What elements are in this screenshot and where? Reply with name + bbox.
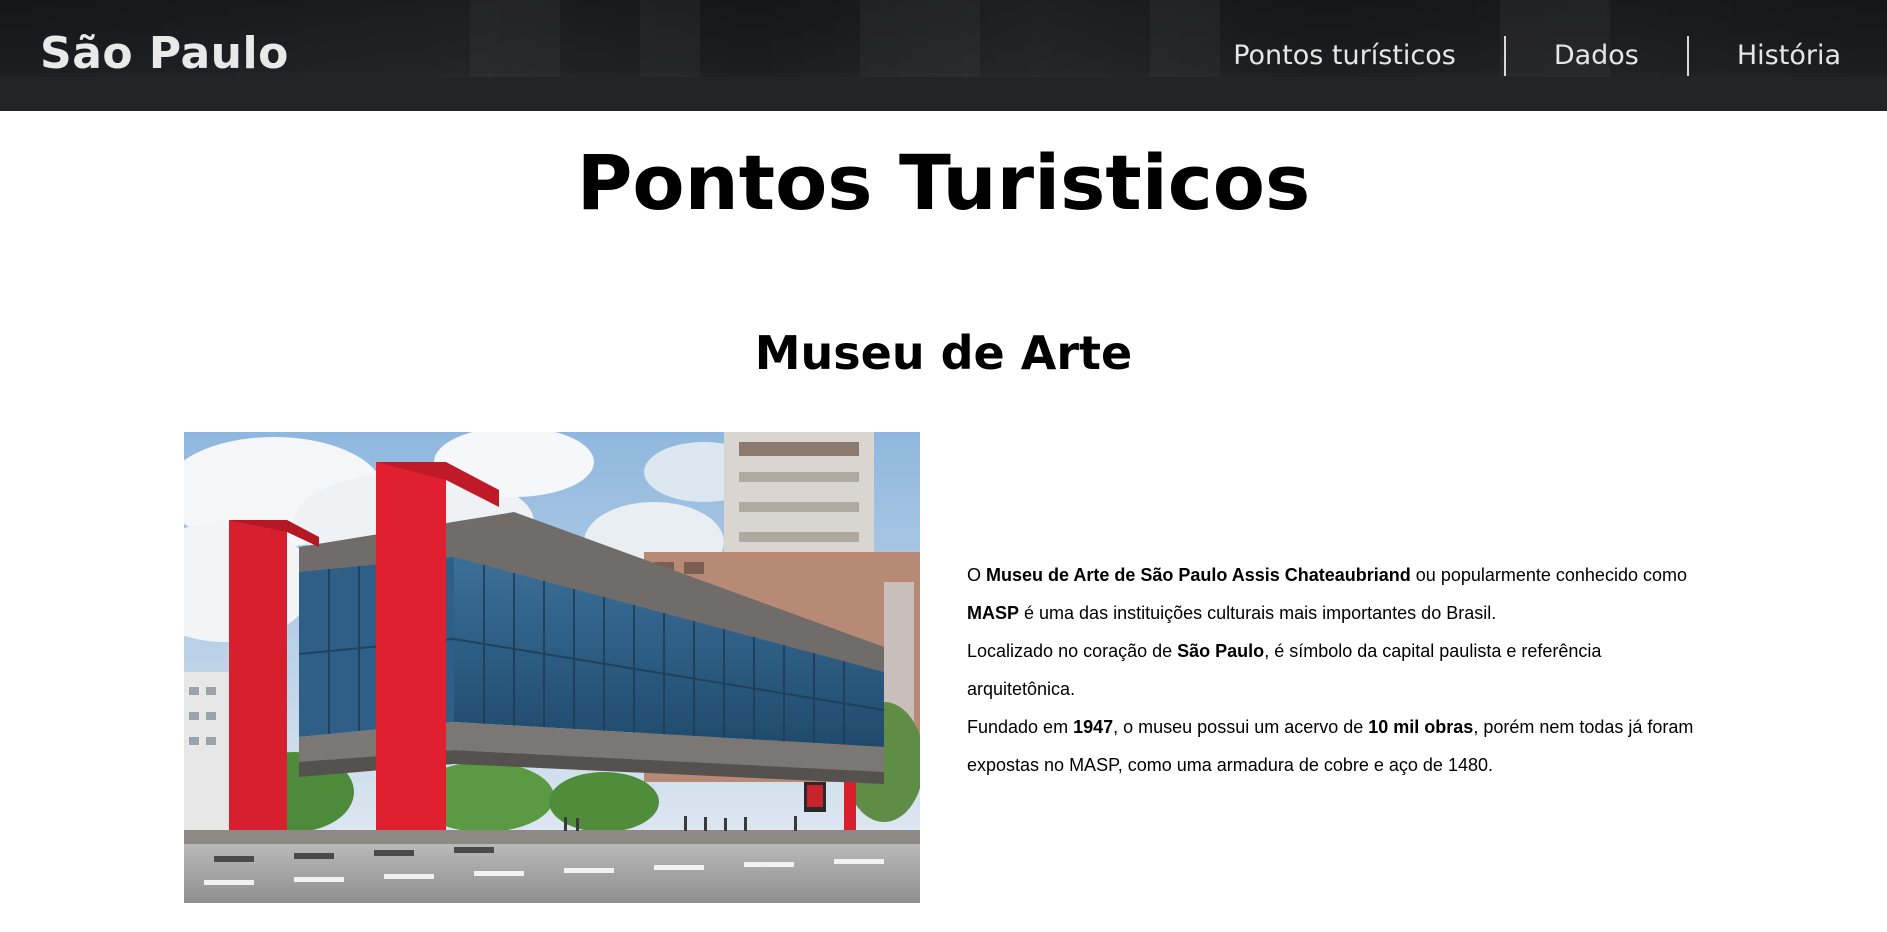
museum-description: O Museu de Arte de São Paulo Assis Chate… [967, 556, 1707, 784]
header-lower-band [0, 77, 1887, 111]
nav-link-historia[interactable]: História [1689, 36, 1847, 76]
top-navbar: São Paulo Pontos turísticos Dados Histór… [0, 0, 1887, 111]
description-paragraph: O Museu de Arte de São Paulo Assis Chate… [967, 565, 1687, 623]
nav-link-pontos-turisticos[interactable]: Pontos turísticos [1185, 36, 1504, 76]
section-title: Museu de Arte [754, 326, 1133, 380]
museum-photo [184, 432, 920, 903]
brand-logo-text[interactable]: São Paulo [40, 28, 289, 79]
page-title: Pontos Turisticos [576, 138, 1311, 227]
description-paragraph: Fundado em 1947, o museu possui um acerv… [967, 717, 1694, 775]
main-nav: Pontos turísticos Dados História [1185, 36, 1847, 76]
description-paragraph: Localizado no coração de São Paulo, é sí… [967, 641, 1602, 699]
nav-link-dados[interactable]: Dados [1506, 36, 1687, 76]
